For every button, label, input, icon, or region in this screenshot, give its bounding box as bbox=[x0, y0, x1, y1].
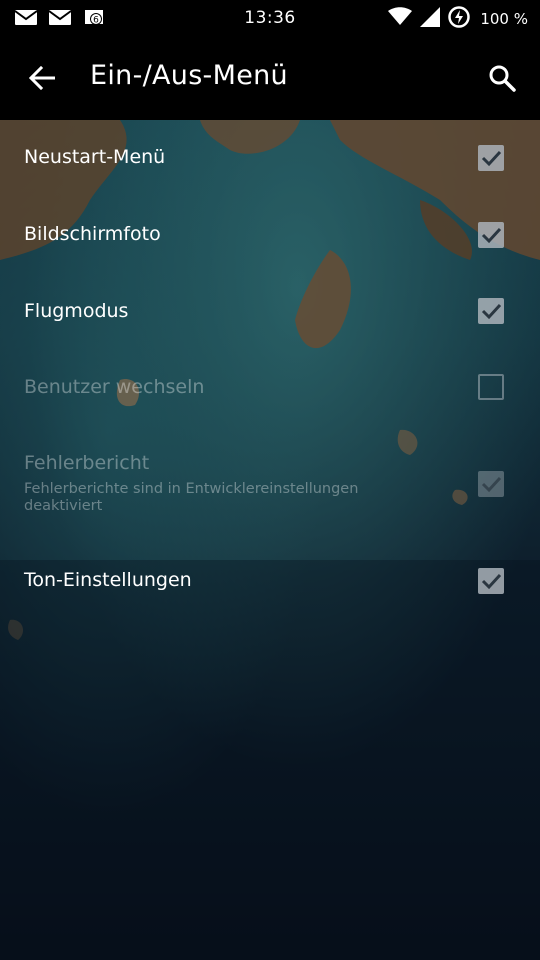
page-title: Ein-/Aus-Menü bbox=[90, 60, 288, 91]
checkmark-icon bbox=[481, 303, 502, 320]
pref-ton-einstellungen[interactable]: Ton-Einstellungen bbox=[0, 538, 540, 624]
checkbox bbox=[478, 471, 504, 497]
arrow-back-icon bbox=[29, 66, 55, 90]
wifi-icon bbox=[388, 7, 413, 31]
pref-flugmodus[interactable]: Flugmodus bbox=[0, 272, 540, 348]
pref-benutzer-wechseln: Benutzer wechseln bbox=[0, 348, 540, 424]
battery-percent: 100 % bbox=[480, 10, 528, 28]
checkbox[interactable] bbox=[478, 298, 504, 324]
pref-title: Benutzer wechseln bbox=[24, 376, 205, 398]
pref-title: Bildschirmfoto bbox=[24, 223, 161, 245]
app-bar: Ein-/Aus-Menü bbox=[0, 36, 540, 120]
search-button[interactable] bbox=[480, 56, 524, 100]
preference-list: Neustart-Menü Bildschirmfoto Flugmodus B… bbox=[0, 120, 540, 960]
pref-title: Neustart-Menü bbox=[24, 146, 166, 168]
checkbox[interactable] bbox=[478, 145, 504, 171]
search-icon bbox=[489, 65, 516, 92]
signal-icon bbox=[420, 7, 441, 31]
checkmark-icon bbox=[481, 476, 502, 493]
pref-bildschirmfoto[interactable]: Bildschirmfoto bbox=[0, 196, 540, 272]
checkmark-icon bbox=[481, 227, 502, 244]
pref-title: Flugmodus bbox=[24, 300, 129, 322]
status-bar: 6 13:36 100 % bbox=[0, 0, 540, 36]
pref-neustart-menu[interactable]: Neustart-Menü bbox=[0, 120, 540, 196]
back-button[interactable] bbox=[20, 56, 64, 100]
screen: 6 13:36 100 % Ein-/Aus-Menü Neustart-Men… bbox=[0, 0, 540, 960]
checkbox[interactable] bbox=[478, 222, 504, 248]
battery-charging-icon bbox=[448, 6, 471, 32]
checkmark-icon bbox=[481, 150, 502, 167]
checkmark-icon bbox=[481, 573, 502, 590]
checkbox bbox=[478, 374, 504, 400]
system-icons: 100 % bbox=[388, 6, 528, 32]
pref-title: Ton-Einstellungen bbox=[24, 569, 192, 591]
checkbox[interactable] bbox=[478, 568, 504, 594]
pref-title: Fehlerbericht bbox=[24, 452, 150, 474]
pref-fehlerbericht: Fehlerbericht Fehlerberichte sind in Ent… bbox=[0, 424, 540, 538]
pref-summary: Fehlerberichte sind in Entwicklereinstel… bbox=[24, 481, 359, 514]
